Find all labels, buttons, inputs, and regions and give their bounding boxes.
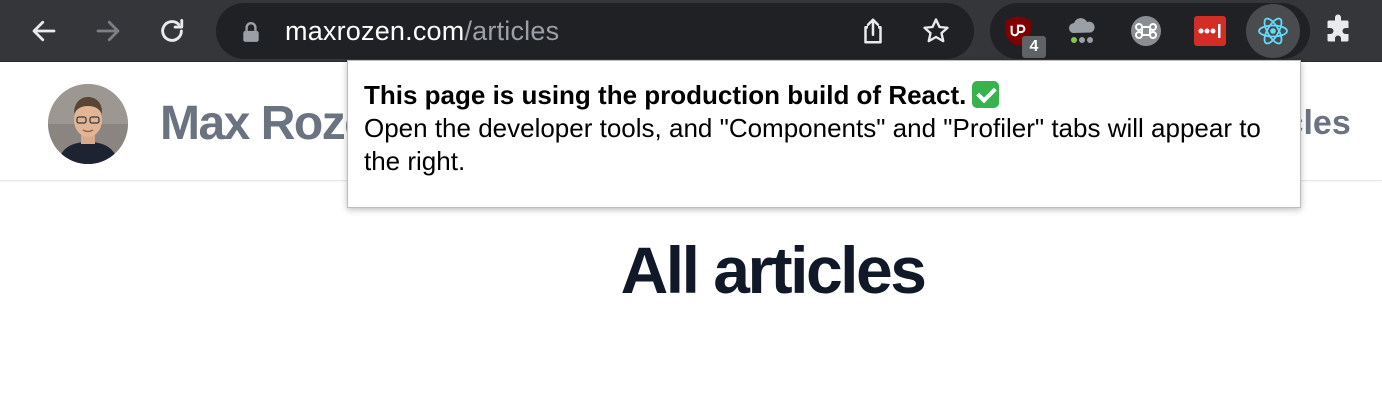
react-devtools-popup: This page is using the production build … <box>347 60 1301 208</box>
lastpass-icon[interactable] <box>1192 13 1228 49</box>
page-title: All articles <box>620 233 927 307</box>
popup-body: Open the developer tools, and "Component… <box>364 113 1261 176</box>
popup-title: This page is using the production build … <box>364 78 1284 112</box>
forward-arrow-icon[interactable] <box>88 11 128 51</box>
lock-icon[interactable] <box>240 21 262 43</box>
url-text[interactable]: maxrozen.com/articles <box>285 16 559 47</box>
share-icon[interactable] <box>858 16 888 46</box>
ublock-badge: 4 <box>1022 36 1046 58</box>
url-path: /articles <box>464 16 560 46</box>
cloud-icon[interactable] <box>1064 13 1100 49</box>
back-arrow-icon[interactable] <box>24 11 64 51</box>
react-icon[interactable] <box>1246 4 1300 58</box>
star-icon[interactable] <box>921 16 951 46</box>
avatar[interactable] <box>48 84 128 164</box>
popup-title-text: This page is using the production build … <box>364 80 967 110</box>
puzzle-icon[interactable] <box>1320 13 1356 49</box>
check-mark-icon <box>972 81 1000 108</box>
address-bar[interactable]: maxrozen.com/articles <box>216 3 974 59</box>
reload-icon[interactable] <box>152 11 192 51</box>
command-icon[interactable] <box>1128 13 1164 49</box>
url-host: maxrozen.com <box>285 16 465 46</box>
browser-toolbar: maxrozen.com/articles 4 <box>0 0 1382 62</box>
